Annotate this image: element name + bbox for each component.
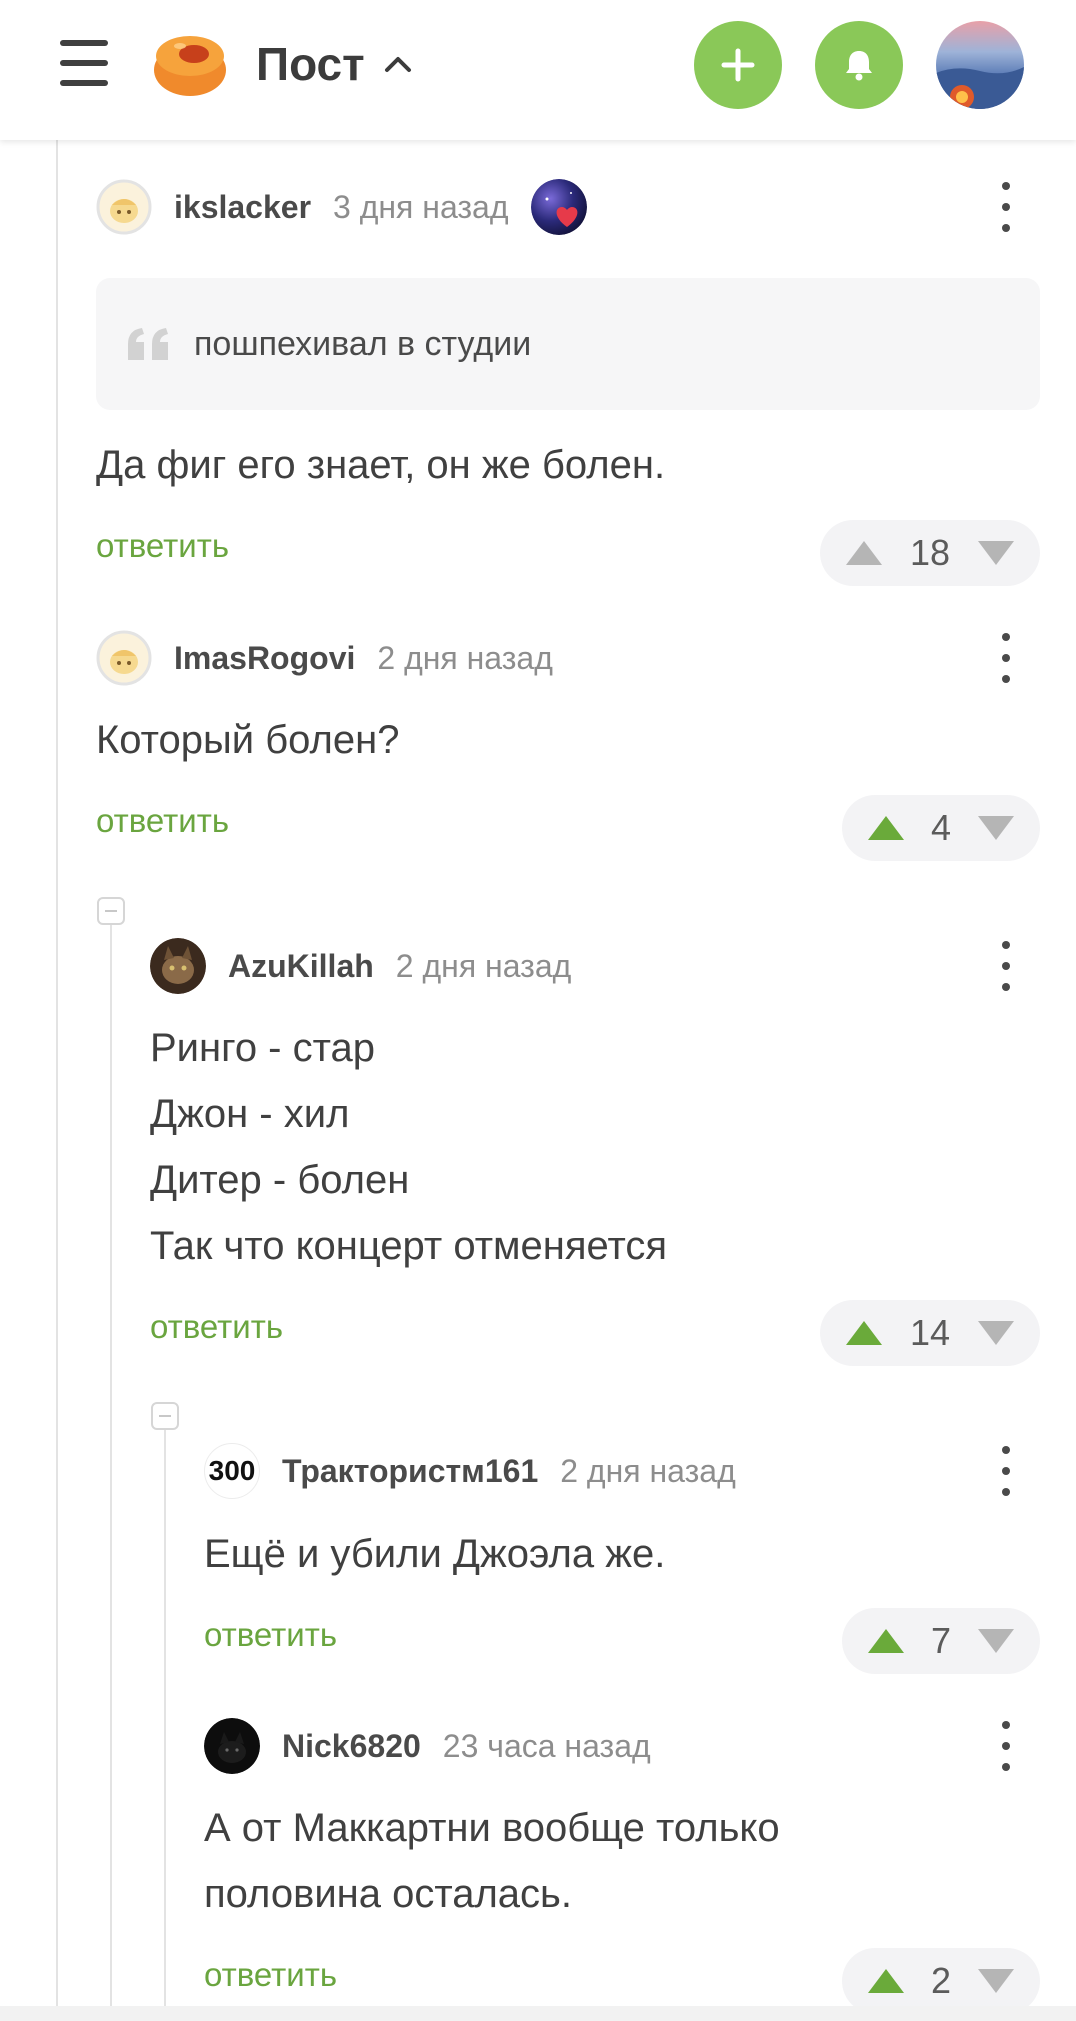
comment-time: 2 дня назад bbox=[395, 947, 572, 984]
avatar[interactable] bbox=[96, 179, 152, 235]
thread-line bbox=[164, 1430, 166, 2010]
comment-rating: 18 bbox=[820, 520, 1040, 586]
downvote-arrow-icon[interactable] bbox=[976, 539, 1016, 567]
comment-time: 23 часа назад bbox=[442, 1727, 651, 1764]
rating-score: 2 bbox=[930, 1960, 952, 2001]
upvote-arrow-icon[interactable] bbox=[866, 1627, 906, 1655]
comment-username[interactable]: AzuKillah bbox=[228, 948, 374, 985]
notifications-button[interactable] bbox=[815, 21, 903, 109]
rating-score: 7 bbox=[930, 1620, 952, 1661]
comment-header: 300 Трактористм161 2 дня назад bbox=[204, 1443, 736, 1499]
downvote-arrow-icon[interactable] bbox=[976, 1627, 1016, 1655]
comment-text: Который болен? bbox=[96, 718, 400, 762]
avatar[interactable] bbox=[150, 938, 206, 994]
comment-more-button[interactable] bbox=[996, 1721, 1016, 1771]
avatar[interactable]: 300 bbox=[204, 1443, 260, 1499]
pikabu-logo[interactable] bbox=[150, 26, 230, 100]
avatar-text: 300 bbox=[208, 1455, 256, 1486]
quote-text: пошпехивал в студии bbox=[194, 324, 532, 363]
chevron-up-icon bbox=[384, 57, 411, 72]
bottom-edge bbox=[0, 2006, 1076, 2021]
comment-time: 2 дня назад bbox=[560, 1452, 736, 1489]
comment-more-button[interactable] bbox=[996, 1446, 1016, 1496]
comment-username[interactable]: ImasRogovi bbox=[174, 640, 355, 677]
page: Пост ikslacker 3 дня назад пошпехивал в … bbox=[0, 0, 1076, 2021]
downvote-arrow-icon[interactable] bbox=[976, 1319, 1016, 1347]
upvote-arrow-icon[interactable] bbox=[866, 814, 906, 842]
avatar[interactable] bbox=[96, 630, 152, 686]
comment-header: ImasRogovi 2 дня назад bbox=[96, 630, 553, 686]
comment-text: Да фиг его знает, он же болен. bbox=[96, 443, 666, 487]
reply-link[interactable]: ответить bbox=[150, 1308, 283, 1346]
comment-username[interactable]: Трактористм161 bbox=[282, 1453, 538, 1490]
comment-username[interactable]: ikslacker bbox=[174, 189, 311, 226]
rating-score: 4 bbox=[930, 807, 952, 848]
comment-username[interactable]: Nick6820 bbox=[282, 1728, 421, 1765]
rating-score: 14 bbox=[909, 1312, 951, 1353]
comment-header: AzuKillah 2 дня назад bbox=[150, 938, 571, 994]
reply-link[interactable]: ответить bbox=[96, 527, 229, 565]
avatar[interactable] bbox=[204, 1718, 260, 1774]
comment-header: ikslacker 3 дня назад bbox=[96, 179, 587, 235]
reply-link[interactable]: ответить bbox=[96, 802, 229, 840]
plus-icon bbox=[721, 48, 755, 82]
heart-badge-icon bbox=[530, 179, 587, 235]
comment-time: 3 дня назад bbox=[333, 188, 509, 225]
reply-link[interactable]: ответить bbox=[204, 1616, 337, 1654]
thread-line bbox=[110, 925, 112, 2010]
reply-link[interactable]: ответить bbox=[204, 1956, 337, 1994]
quote-icon bbox=[128, 328, 168, 360]
upvote-arrow-icon[interactable] bbox=[844, 539, 884, 567]
comment-text: Ринго - стар Джон - хил Дитер - болен Та… bbox=[150, 1026, 667, 1268]
downvote-arrow-icon[interactable] bbox=[976, 1967, 1016, 1995]
comment-rating: 4 bbox=[842, 795, 1040, 861]
add-post-button[interactable] bbox=[694, 21, 782, 109]
comment-more-button[interactable] bbox=[996, 941, 1016, 991]
comment-rating: 7 bbox=[842, 1608, 1040, 1674]
comment-time: 2 дня назад bbox=[377, 639, 553, 676]
menu-icon[interactable] bbox=[58, 38, 112, 88]
page-title: Пост bbox=[256, 38, 365, 90]
thread-line bbox=[56, 140, 58, 2010]
comment-text: Ещё и убили Джоэла же. bbox=[204, 1532, 666, 1576]
collapse-thread-button[interactable] bbox=[97, 897, 125, 925]
upvote-arrow-icon[interactable] bbox=[844, 1319, 884, 1347]
post-title-toggle[interactable]: Пост bbox=[256, 34, 413, 94]
upvote-arrow-icon[interactable] bbox=[866, 1967, 906, 1995]
rating-score: 18 bbox=[909, 532, 951, 573]
quote-block: пошпехивал в студии bbox=[96, 278, 1040, 410]
comment-text: А от Маккартни вообще только половина ос… bbox=[204, 1806, 780, 1916]
comment-rating: 14 bbox=[820, 1300, 1040, 1366]
downvote-arrow-icon[interactable] bbox=[976, 814, 1016, 842]
user-avatar[interactable] bbox=[936, 21, 1024, 109]
bell-icon bbox=[846, 51, 872, 81]
comment-more-button[interactable] bbox=[996, 633, 1016, 683]
top-bar: Пост bbox=[0, 0, 1076, 140]
comment-header: Nick6820 23 часа назад bbox=[204, 1718, 651, 1774]
collapse-thread-button[interactable] bbox=[151, 1402, 179, 1430]
comment-more-button[interactable] bbox=[996, 182, 1016, 232]
comment-rating: 2 bbox=[842, 1948, 1040, 2014]
